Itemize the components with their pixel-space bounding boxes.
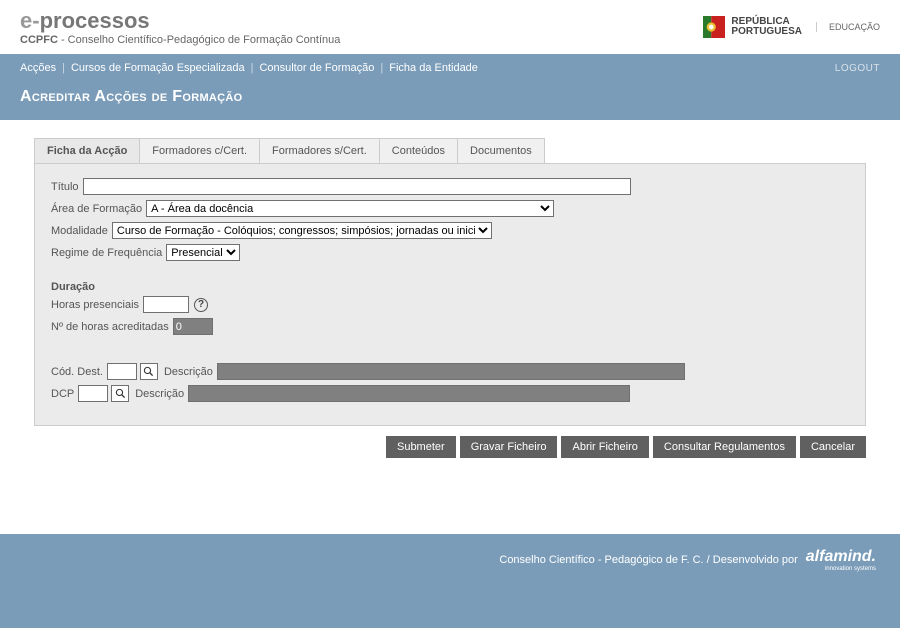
search-icon — [115, 388, 126, 399]
logo-title: e-processos — [20, 8, 340, 34]
republic-text: REPÚBLICA PORTUGUESA — [731, 17, 802, 38]
cod-dest-label: Cód. Dest. — [51, 366, 107, 378]
brand-sub: innovation systems — [806, 566, 876, 572]
footer-text: Conselho Científico - Pedagógico de F. C… — [499, 554, 797, 566]
page-title: Acreditar Acções de Formação — [20, 88, 880, 106]
cod-dest-lookup-button[interactable] — [140, 363, 158, 380]
modalidade-label: Modalidade — [51, 225, 112, 237]
cancel-button[interactable]: Cancelar — [800, 436, 866, 458]
nav-item-consultor[interactable]: Consultor de Formação — [259, 62, 374, 74]
submit-button[interactable]: Submeter — [386, 436, 456, 458]
tabs: Ficha da Acção Formadores c/Cert. Formad… — [34, 138, 866, 163]
nav-item-accoes[interactable]: Acções — [20, 62, 56, 74]
logo-sub-rest: - Conselho Científico-Pedagógico de Form… — [58, 34, 341, 46]
consult-button[interactable]: Consultar Regulamentos — [653, 436, 796, 458]
codes-section: Cód. Dest. Descrição DCP Descrição — [51, 363, 849, 402]
dcp-desc-input — [188, 385, 630, 402]
duracao-title: Duração — [51, 281, 849, 293]
content-area: Ficha da Acção Formadores c/Cert. Formad… — [0, 120, 900, 476]
republic-logo: REPÚBLICA PORTUGUESA — [703, 16, 802, 38]
tab-documentos[interactable]: Documentos — [457, 138, 545, 163]
area-select[interactable]: A - Área da docência — [146, 200, 554, 217]
flag-icon — [703, 16, 725, 38]
open-file-button[interactable]: Abrir Ficheiro — [561, 436, 648, 458]
logout-link[interactable]: LOGOUT — [835, 63, 880, 74]
dcp-label: DCP — [51, 388, 78, 400]
brand-name: alfamind. — [806, 548, 876, 565]
nav-sep: | — [380, 62, 383, 74]
tab-formadores-ccert[interactable]: Formadores c/Cert. — [139, 138, 260, 163]
horas-acred-input — [173, 318, 213, 335]
horas-pres-label: Horas presenciais — [51, 299, 143, 311]
cod-dest-input[interactable] — [107, 363, 137, 380]
help-icon[interactable]: ? — [194, 298, 208, 312]
regime-label: Regime de Frequência — [51, 247, 166, 259]
regime-select[interactable]: Presencial — [166, 244, 240, 261]
logo-block: e-processos CCPFC - Conselho Científico-… — [20, 8, 340, 46]
rp-line2: PORTUGUESA — [731, 27, 802, 38]
tab-ficha-accao[interactable]: Ficha da Acção — [34, 138, 140, 163]
page-title-bar: Acreditar Acções de Formação — [0, 82, 900, 120]
nav-item-ficha[interactable]: Ficha da Entidade — [389, 62, 478, 74]
right-logos: REPÚBLICA PORTUGUESA EDUCAÇÃO — [703, 16, 880, 38]
nav-sep: | — [251, 62, 254, 74]
footer-brand: alfamind. innovation systems — [806, 548, 876, 572]
logo-sub-bold: CCPFC — [20, 34, 58, 46]
modalidade-select[interactable]: Curso de Formação - Colóquios; congresso… — [112, 222, 492, 239]
horas-acred-label: Nº de horas acreditadas — [51, 321, 173, 333]
action-buttons: Submeter Gravar Ficheiro Abrir Ficheiro … — [34, 436, 866, 458]
dcp-input[interactable] — [78, 385, 108, 402]
titulo-label: Título — [51, 181, 83, 193]
cod-dest-desc-label: Descrição — [158, 366, 217, 378]
footer: Conselho Científico - Pedagógico de F. C… — [0, 534, 900, 628]
horas-pres-input[interactable] — [143, 296, 189, 313]
logo-prefix: e- — [20, 8, 40, 33]
area-label: Área de Formação — [51, 203, 146, 215]
save-file-button[interactable]: Gravar Ficheiro — [460, 436, 558, 458]
education-label: EDUCAÇÃO — [816, 22, 880, 32]
cod-dest-desc-input — [217, 363, 685, 380]
search-icon — [143, 366, 154, 377]
navbar: Acções | Cursos de Formação Especializad… — [0, 54, 900, 82]
logo-subtitle: CCPFC - Conselho Científico-Pedagógico d… — [20, 34, 340, 46]
nav-item-cursos[interactable]: Cursos de Formação Especializada — [71, 62, 245, 74]
form-panel: Título Área de Formação A - Área da docê… — [34, 163, 866, 426]
duracao-group: Duração Horas presenciais ? Nº de horas … — [51, 281, 849, 335]
app-header: e-processos CCPFC - Conselho Científico-… — [0, 0, 900, 54]
dcp-desc-label: Descrição — [129, 388, 188, 400]
titulo-input[interactable] — [83, 178, 631, 195]
logo-main: processos — [40, 8, 150, 33]
dcp-lookup-button[interactable] — [111, 385, 129, 402]
tab-conteudos[interactable]: Conteúdos — [379, 138, 458, 163]
tab-formadores-scert[interactable]: Formadores s/Cert. — [259, 138, 380, 163]
nav-sep: | — [62, 62, 65, 74]
nav-left: Acções | Cursos de Formação Especializad… — [20, 62, 478, 74]
